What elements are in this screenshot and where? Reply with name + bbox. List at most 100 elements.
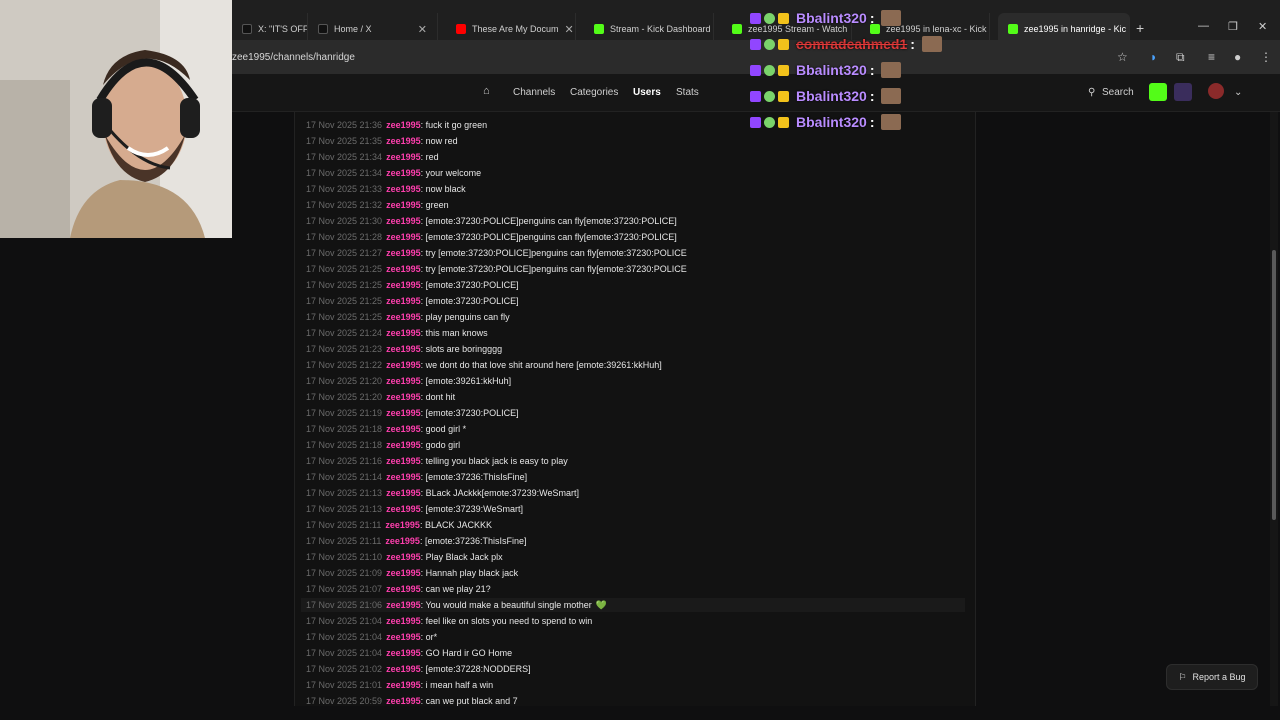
username[interactable]: zee1995 (386, 328, 421, 338)
separator: : (869, 114, 875, 130)
username[interactable]: zee1995 (386, 200, 421, 210)
tab-label: Home / X (334, 24, 372, 34)
username[interactable]: zee1995 (386, 696, 421, 706)
chat-log-row: 17 Nov 2025 21:04 zee1995: feel like on s… (306, 614, 592, 628)
chat-log-row: 17 Nov 2025 21:25 zee1995: play penguins … (306, 310, 510, 324)
puzzle-icon[interactable]: ⧉ (1176, 50, 1185, 65)
nav-stats[interactable]: Stats (676, 87, 699, 98)
username[interactable]: zee1995 (385, 536, 420, 546)
username[interactable]: zee1995 (386, 136, 421, 146)
username[interactable]: zee1995 (386, 456, 421, 466)
report-bug-label: Report a Bug (1192, 672, 1246, 682)
username[interactable]: zee1995 (386, 248, 421, 258)
username[interactable]: zee1995 (386, 296, 421, 306)
username[interactable]: zee1995 (386, 280, 421, 290)
url-text[interactable]: zee1995/channels/hanridge (232, 52, 355, 63)
message-text: slots are boringggg (425, 344, 503, 354)
message-text: or* (425, 632, 438, 642)
separator: : (910, 36, 915, 52)
search-button[interactable]: Search (1102, 87, 1134, 98)
username[interactable]: zee1995 (386, 568, 421, 578)
chat-log-row: 17 Nov 2025 21:07 zee1995: can we play 21… (306, 582, 491, 596)
overlay-chat-row: Bbalint320: (750, 8, 902, 28)
chat-log-row: 17 Nov 2025 21:18 zee1995: good girl * (306, 422, 466, 436)
report-bug-button[interactable]: ⚐ Report a Bug (1166, 664, 1258, 690)
nav-users[interactable]: Users (633, 87, 661, 98)
profile-icon[interactable]: ● (1234, 50, 1241, 64)
username[interactable]: zee1995 (386, 168, 421, 178)
username[interactable]: zee1995 (386, 312, 421, 322)
chat-log-row: 17 Nov 2025 21:01 zee1995: i mean half a … (306, 678, 493, 692)
username[interactable]: zee1995 (386, 664, 421, 674)
username[interactable]: zee1995 (386, 584, 421, 594)
chat-log-row: 17 Nov 2025 21:32 zee1995: green (306, 198, 449, 212)
kick-icon (1008, 24, 1018, 34)
chat-log-row: 17 Nov 2025 21:14 zee1995: [emote:37236:T… (306, 470, 527, 484)
username[interactable]: zee1995 (386, 632, 421, 642)
username[interactable]: zee1995 (386, 648, 421, 658)
timestamp: 17 Nov 2025 21:20 (306, 376, 383, 386)
new-tab-icon[interactable]: + (1136, 20, 1144, 36)
username[interactable]: zee1995 (386, 552, 421, 562)
username[interactable]: zee1995 (386, 232, 421, 242)
minimize-icon[interactable]: — (1198, 20, 1209, 32)
kick-app-icon[interactable] (1149, 83, 1167, 101)
username[interactable]: zee1995 (386, 360, 421, 370)
bookmark-star-icon[interactable]: ☆ (1117, 50, 1128, 64)
chevron-down-icon[interactable]: ⌄ (1234, 87, 1242, 98)
scrollbar-thumb[interactable] (1272, 250, 1276, 520)
username[interactable]: zee1995 (386, 184, 421, 194)
chat-log-row: 17 Nov 2025 21:11 zee1995: [emote:37236:T… (306, 534, 527, 548)
username[interactable]: zee1995 (386, 600, 421, 610)
nav-channels[interactable]: Channels (513, 87, 555, 98)
message-text: [emote:37230:POLICE] (425, 408, 519, 418)
timestamp: 17 Nov 2025 21:04 (306, 616, 383, 626)
maximize-icon[interactable]: ❐ (1228, 20, 1238, 33)
username[interactable]: zee1995 (385, 520, 420, 530)
close-icon[interactable]: ✕ (418, 23, 427, 36)
chat-log-row: 17 Nov 2025 21:11 zee1995: BLACK JACKKK (306, 518, 492, 532)
username[interactable]: zee1995 (386, 424, 421, 434)
message-text: godo girl (425, 440, 461, 450)
username[interactable]: zee1995 (386, 504, 421, 514)
username[interactable]: zee1995 (386, 408, 421, 418)
home-icon[interactable]: ⌂ (483, 85, 490, 97)
username[interactable]: zee1995 (386, 488, 421, 498)
window-close-icon[interactable]: ✕ (1258, 20, 1267, 33)
username[interactable]: zee1995 (386, 376, 421, 386)
username[interactable]: zee1995 (386, 344, 421, 354)
chat-log-row: 17 Nov 2025 21:28 zee1995: [emote:37230:P… (306, 230, 677, 244)
crown-badge-icon (778, 12, 789, 24)
username[interactable]: zee1995 (386, 680, 421, 690)
message-text: [emote:37236:ThisIsFine] (425, 472, 528, 482)
message-text: can we put black and 7 (425, 696, 518, 706)
username[interactable]: zee1995 (386, 616, 421, 626)
twitch-app-icon[interactable] (1174, 83, 1192, 101)
username[interactable]: zee1995 (386, 440, 421, 450)
username[interactable]: zee1995 (386, 392, 421, 402)
chat-log-row: 17 Nov 2025 21:13 zee1995: BLack JAckkk[e… (306, 486, 579, 500)
chat-log-row: 17 Nov 2025 21:20 zee1995: [emote:39261:k… (306, 374, 511, 388)
username[interactable]: zee1995 (386, 472, 421, 482)
nav-categories[interactable]: Categories (570, 87, 618, 98)
close-icon[interactable]: ✕ (565, 23, 574, 36)
username[interactable]: zee1995 (386, 216, 421, 226)
avatar[interactable] (1208, 83, 1224, 99)
message-text: You would make a beautiful single mother (425, 600, 592, 610)
timestamp: 17 Nov 2025 21:35 (306, 136, 383, 146)
menu-icon[interactable]: ⋮ (1260, 50, 1272, 64)
username[interactable]: zee1995 (386, 120, 421, 130)
extension-icon[interactable]: ◗ (1150, 50, 1157, 64)
emote-icon (881, 114, 902, 130)
timestamp: 17 Nov 2025 21:19 (306, 408, 383, 418)
tab-label: These Are My Docum (472, 24, 559, 34)
username[interactable]: zee1995 (386, 152, 421, 162)
gift-badge-icon (764, 64, 775, 76)
timestamp: 17 Nov 2025 21:02 (306, 664, 383, 674)
search-icon[interactable]: ⚲ (1088, 87, 1095, 98)
username[interactable]: zee1995 (386, 264, 421, 274)
timestamp: 17 Nov 2025 21:04 (306, 648, 383, 658)
media-icon[interactable]: ≡ (1208, 50, 1215, 64)
message-text: BLACK JACKKK (424, 520, 492, 530)
crown-badge-icon (778, 64, 789, 76)
